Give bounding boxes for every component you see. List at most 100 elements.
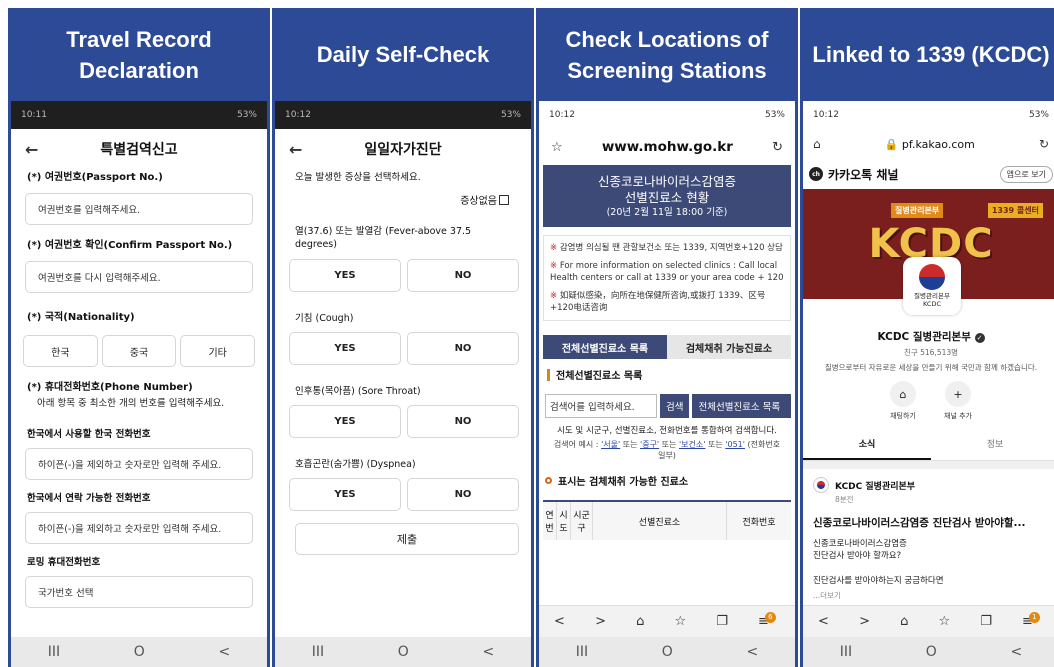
bookmark-star-icon[interactable]: ☆ <box>674 614 686 629</box>
recent-apps-icon[interactable]: III <box>840 644 852 660</box>
col-phone: 전화번호 <box>727 502 791 540</box>
tab-sample-clinics[interactable]: 검체채취 가능진료소 <box>667 335 791 359</box>
passport-confirm-label: (*) 여권번호 확인(Confirm Passport No.) <box>27 240 233 251</box>
url-text[interactable]: 🔒 pf.kakao.com <box>885 138 975 151</box>
symptom-label: 열(37.6) 또는 발열감 (Fever-above 37.5 degrees… <box>295 226 472 250</box>
tabs-icon[interactable]: ❐ <box>716 614 728 629</box>
star-icon[interactable]: ☆ <box>551 140 563 155</box>
korea-phone-label: 한국에서 사용할 한국 전화번호 <box>27 429 151 440</box>
yes-button[interactable]: YES <box>289 405 401 438</box>
col-no: 연번 <box>543 502 557 540</box>
tab-all-clinics[interactable]: 전체선별진료소 목록 <box>543 335 667 359</box>
yes-button[interactable]: YES <box>289 332 401 365</box>
hero-tag: 질병관리본부 <box>891 203 944 218</box>
tabs-icon[interactable]: ❐ <box>980 614 992 629</box>
browser-back-icon[interactable]: < <box>818 614 829 629</box>
kakao-channel-logo-icon: ch <box>809 167 823 181</box>
country-code-select[interactable]: 국가번호 선택 <box>25 576 253 608</box>
search-button[interactable]: 검색 <box>660 394 690 418</box>
contact-phone-input[interactable]: 하이픈(-)을 제외하고 숫자로만 입력해 주세요. <box>25 512 253 544</box>
url-text[interactable]: www.mohw.go.kr <box>602 139 733 155</box>
no-button[interactable]: NO <box>407 478 519 511</box>
submit-button[interactable]: 제출 <box>295 523 519 555</box>
back-icon[interactable]: < <box>482 644 494 660</box>
channel-header: ch 카카오톡 채널 앱으로 보기 <box>803 159 1054 189</box>
panel-title: Travel Record Declaration <box>66 26 212 83</box>
banner-date: (20년 2월 11일 18:00 기준) <box>606 206 728 218</box>
home-icon[interactable]: O <box>398 644 409 660</box>
android-nav-bar: III O < <box>275 637 531 667</box>
home-chat-icon: ⌂ <box>890 381 916 407</box>
status-bar: 10:12 53% <box>275 101 531 129</box>
no-button[interactable]: NO <box>407 332 519 365</box>
menu-icon[interactable]: ≡6 <box>758 612 780 629</box>
notice-chinese: ※ 如疑似感染，向所在地保健所咨询,或拨打 1339、区号+120电话咨询 <box>550 291 766 313</box>
phone-screen: 10:12 53% ← 일일자가진단 오늘 발생한 증상을 선택하세요. 증상없… <box>275 101 531 667</box>
friend-count: 친구 516,513명 <box>903 348 959 357</box>
no-button[interactable]: NO <box>407 405 519 438</box>
yes-button[interactable]: YES <box>289 478 401 511</box>
passport-label: (*) 여권번호(Passport No.) <box>27 172 163 183</box>
status-bar: 10:11 53% <box>11 101 267 129</box>
back-icon[interactable]: < <box>1010 644 1022 660</box>
banner-title-line2: 선별진료소 현황 <box>624 189 710 205</box>
nationality-korea-button[interactable]: 한국 <box>23 335 98 367</box>
passport-confirm-input[interactable]: 여권번호를 다시 입력해주세요. <box>25 261 253 293</box>
back-icon[interactable]: < <box>746 644 758 660</box>
home-icon[interactable]: ⌂ <box>813 137 821 151</box>
chat-button[interactable]: ⌂ 채팅하기 <box>890 381 916 421</box>
recent-apps-icon[interactable]: III <box>312 644 324 660</box>
reload-icon[interactable]: ↻ <box>772 140 783 155</box>
browser-forward-icon[interactable]: > <box>595 614 606 629</box>
menu-icon[interactable]: ≡1 <box>1022 612 1044 629</box>
status-bar: 10:12 53% <box>803 101 1054 129</box>
yes-no-group: YES NO <box>289 259 519 292</box>
add-channel-button[interactable]: + 채널 추가 <box>944 381 972 421</box>
back-arrow-icon[interactable]: ← <box>25 140 38 159</box>
reload-icon[interactable]: ↻ <box>1039 137 1049 151</box>
all-clinics-button[interactable]: 전체선별진료소 목록 <box>692 394 791 418</box>
home-icon[interactable]: O <box>662 644 673 660</box>
browser-home-icon[interactable]: ⌂ <box>900 614 908 629</box>
browser-home-icon[interactable]: ⌂ <box>636 614 644 629</box>
passport-input[interactable]: 여권번호를 입력해주세요. <box>25 193 253 225</box>
search-example: 검색어 예시 : '서울' 또는 '중구' 또는 '보건소' 또는 '051' … <box>553 440 781 460</box>
open-app-button[interactable]: 앱으로 보기 <box>999 165 1053 183</box>
col-sigungu: 시군구 <box>571 502 593 540</box>
banner-title-line1: 신종코로나바이러스감염증 <box>597 173 736 189</box>
tab-info[interactable]: 정보 <box>931 429 1054 460</box>
no-symptom-label: 증상없음 <box>460 196 497 207</box>
browser-forward-icon[interactable]: > <box>859 614 870 629</box>
nationality-options: 한국 중국 기타 <box>23 335 256 367</box>
back-icon[interactable]: < <box>218 644 230 660</box>
yes-button[interactable]: YES <box>289 259 401 292</box>
browser-back-icon[interactable]: < <box>554 614 565 629</box>
search-input[interactable]: 검색어를 입력하세요. <box>545 394 657 418</box>
back-arrow-icon[interactable]: ← <box>289 140 302 159</box>
phone-screen: 10:12 53% ☆ www.mohw.go.kr ↻ 신종코로나바이러스감염… <box>539 101 795 667</box>
profile-image[interactable]: 질병관리본부 KCDC <box>903 257 961 315</box>
home-icon[interactable]: O <box>926 644 937 660</box>
post-item[interactable]: KCDC 질병관리본부 8분전 신종코로나바이러스감염증 진단검사 받아야할..… <box>803 469 1054 609</box>
notification-badge: 1 <box>1028 612 1040 623</box>
bookmark-star-icon[interactable]: ☆ <box>938 614 950 629</box>
nationality-china-button[interactable]: 중국 <box>101 335 177 367</box>
tab-news[interactable]: 소식 <box>803 429 931 460</box>
home-icon[interactable]: O <box>134 644 145 660</box>
col-sido: 시도 <box>557 502 571 540</box>
nationality-other-button[interactable]: 기타 <box>180 335 256 367</box>
taegeuk-icon <box>919 264 945 290</box>
post-body: 신종코로나바이러스감염증 진단검사 받아야 할까요? <box>813 539 907 561</box>
panel-title: Check Locations of Screening Stations <box>565 26 769 83</box>
no-button[interactable]: NO <box>407 259 519 292</box>
panel-title: Daily Self-Check <box>316 42 490 67</box>
panel-self-check: Daily Self-Check 10:12 53% ← 일일자가진단 오늘 발… <box>272 8 534 667</box>
recent-apps-icon[interactable]: III <box>48 644 60 660</box>
search-help-text: 시도 및 시군구, 선별진료소, 전화번호를 통합하여 검색합니다. <box>557 426 777 436</box>
no-symptom-checkbox[interactable] <box>499 194 509 205</box>
recent-apps-icon[interactable]: III <box>576 644 588 660</box>
read-more-link[interactable]: ...더보기 <box>813 590 1049 601</box>
korea-phone-input[interactable]: 하이픈(-)을 제외하고 숫자로만 입력해 주세요. <box>25 448 253 480</box>
profile-name-en: KCDC <box>923 300 941 308</box>
post-headline: 신종코로나바이러스감염증 진단검사 받아야할... <box>813 517 1026 529</box>
